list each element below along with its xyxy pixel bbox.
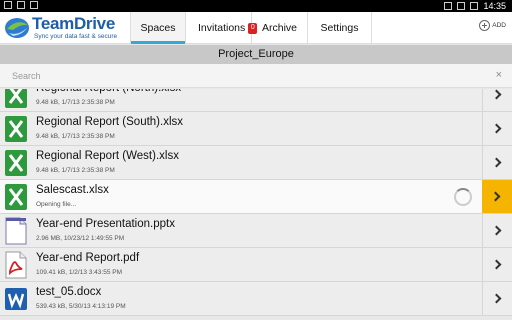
file-meta: 2.96 MB, 10/23/12 1:49:55 PM xyxy=(36,235,125,242)
app-logo: TeamDrive Sync your data fast & secure xyxy=(4,14,128,42)
pdf-icon xyxy=(4,251,28,279)
file-row[interactable]: Regional Report (South).xlsx 9.48 kB, 1/… xyxy=(0,112,512,146)
download-icon xyxy=(30,1,38,9)
space-title: Project_Europe xyxy=(0,45,512,64)
battery-icon xyxy=(470,2,479,10)
file-list: Regional Report (North).xlsx 9.48 kB, 1/… xyxy=(0,89,512,320)
status-time: 14:35 xyxy=(483,1,506,11)
app-tagline: Sync your data fast & secure xyxy=(34,33,118,40)
file-name: Year-end Report.pdf xyxy=(36,252,140,264)
tab-invitations[interactable]: Invitations 0 xyxy=(186,12,258,44)
chevron-right-icon xyxy=(491,225,501,236)
search-bar: × xyxy=(0,64,512,88)
file-name: test_05.docx xyxy=(36,286,102,298)
tab-invitations-label: Invitations xyxy=(198,22,246,34)
teamdrive-logo-icon xyxy=(5,18,29,38)
file-row[interactable]: Year-end Report.pdf 109.41 kB, 1/2/13 3:… xyxy=(0,248,512,282)
file-details-button[interactable] xyxy=(482,112,512,145)
tab-archive-label: Archive xyxy=(262,22,298,34)
close-icon[interactable]: × xyxy=(496,69,502,81)
app-bar: TeamDrive Sync your data fast & secure S… xyxy=(0,12,512,44)
main-tabs: Spaces Invitations 0 Archive Settings xyxy=(130,12,372,44)
search-box: × xyxy=(6,66,506,86)
xlsx-icon xyxy=(4,115,28,143)
docx-icon xyxy=(4,285,28,313)
file-details-button[interactable] xyxy=(482,89,512,111)
file-name: Regional Report (West).xlsx xyxy=(36,150,179,162)
xlsx-icon xyxy=(4,149,28,177)
file-details-button[interactable] xyxy=(482,248,512,281)
chevron-right-icon xyxy=(491,123,501,134)
wifi-icon xyxy=(457,2,466,10)
tab-settings[interactable]: Settings xyxy=(308,12,372,44)
image-icon xyxy=(4,1,12,9)
xlsx-icon xyxy=(4,89,28,109)
add-label: ADD xyxy=(492,22,506,29)
tab-settings-label: Settings xyxy=(320,22,359,34)
tab-spaces-label: Spaces xyxy=(140,22,176,34)
file-meta: 539.43 kB, 5/30/13 4:13:19 PM xyxy=(36,303,126,310)
chevron-right-icon xyxy=(491,157,501,168)
file-row[interactable]: test_05.docx 539.43 kB, 5/30/13 4:13:19 … xyxy=(0,282,512,316)
file-name: Salescast.xlsx xyxy=(36,184,109,196)
chevron-right-icon xyxy=(491,259,501,270)
add-icon xyxy=(479,20,491,31)
file-row[interactable]: Regional Report (North).xlsx 9.48 kB, 1/… xyxy=(0,89,512,112)
pptx-icon xyxy=(4,217,28,245)
usb-icon xyxy=(17,1,25,9)
chevron-right-icon xyxy=(491,293,501,304)
file-details-button[interactable] xyxy=(482,180,512,213)
status-bar: 14:35 xyxy=(0,0,512,12)
loading-spinner-icon xyxy=(454,188,472,206)
file-details-button[interactable] xyxy=(482,214,512,247)
chevron-right-icon xyxy=(491,89,501,100)
file-name: Regional Report (South).xlsx xyxy=(36,116,184,128)
file-meta: 9.48 kB, 1/7/13 2:35:38 PM xyxy=(36,167,115,174)
no-sim-icon xyxy=(444,2,453,10)
file-meta: 109.41 kB, 1/2/13 3:43:55 PM xyxy=(36,269,123,276)
tab-spaces[interactable]: Spaces xyxy=(130,12,186,44)
file-details-button[interactable] xyxy=(482,282,512,315)
file-meta: 9.48 kB, 1/7/13 2:35:38 PM xyxy=(36,133,115,140)
file-row[interactable]: Year-end Presentation.pptx 2.96 MB, 10/2… xyxy=(0,214,512,248)
chevron-right-icon xyxy=(490,191,501,202)
search-input[interactable] xyxy=(12,69,482,83)
file-meta: 9.48 kB, 1/7/13 2:35:38 PM xyxy=(36,99,115,106)
file-row[interactable]: Regional Report (West).xlsx 9.48 kB, 1/7… xyxy=(0,146,512,180)
file-details-button[interactable] xyxy=(482,146,512,179)
file-name: Regional Report (North).xlsx xyxy=(36,89,181,94)
app-name: TeamDrive xyxy=(32,14,115,33)
add-button[interactable]: ADD xyxy=(479,20,506,31)
file-row[interactable]: Salescast.xlsx Opening file... xyxy=(0,180,512,214)
tab-archive[interactable]: Archive xyxy=(252,12,308,44)
file-meta: Opening file... xyxy=(36,201,77,208)
file-name: Year-end Presentation.pptx xyxy=(36,218,175,230)
xlsx-icon xyxy=(4,183,28,211)
